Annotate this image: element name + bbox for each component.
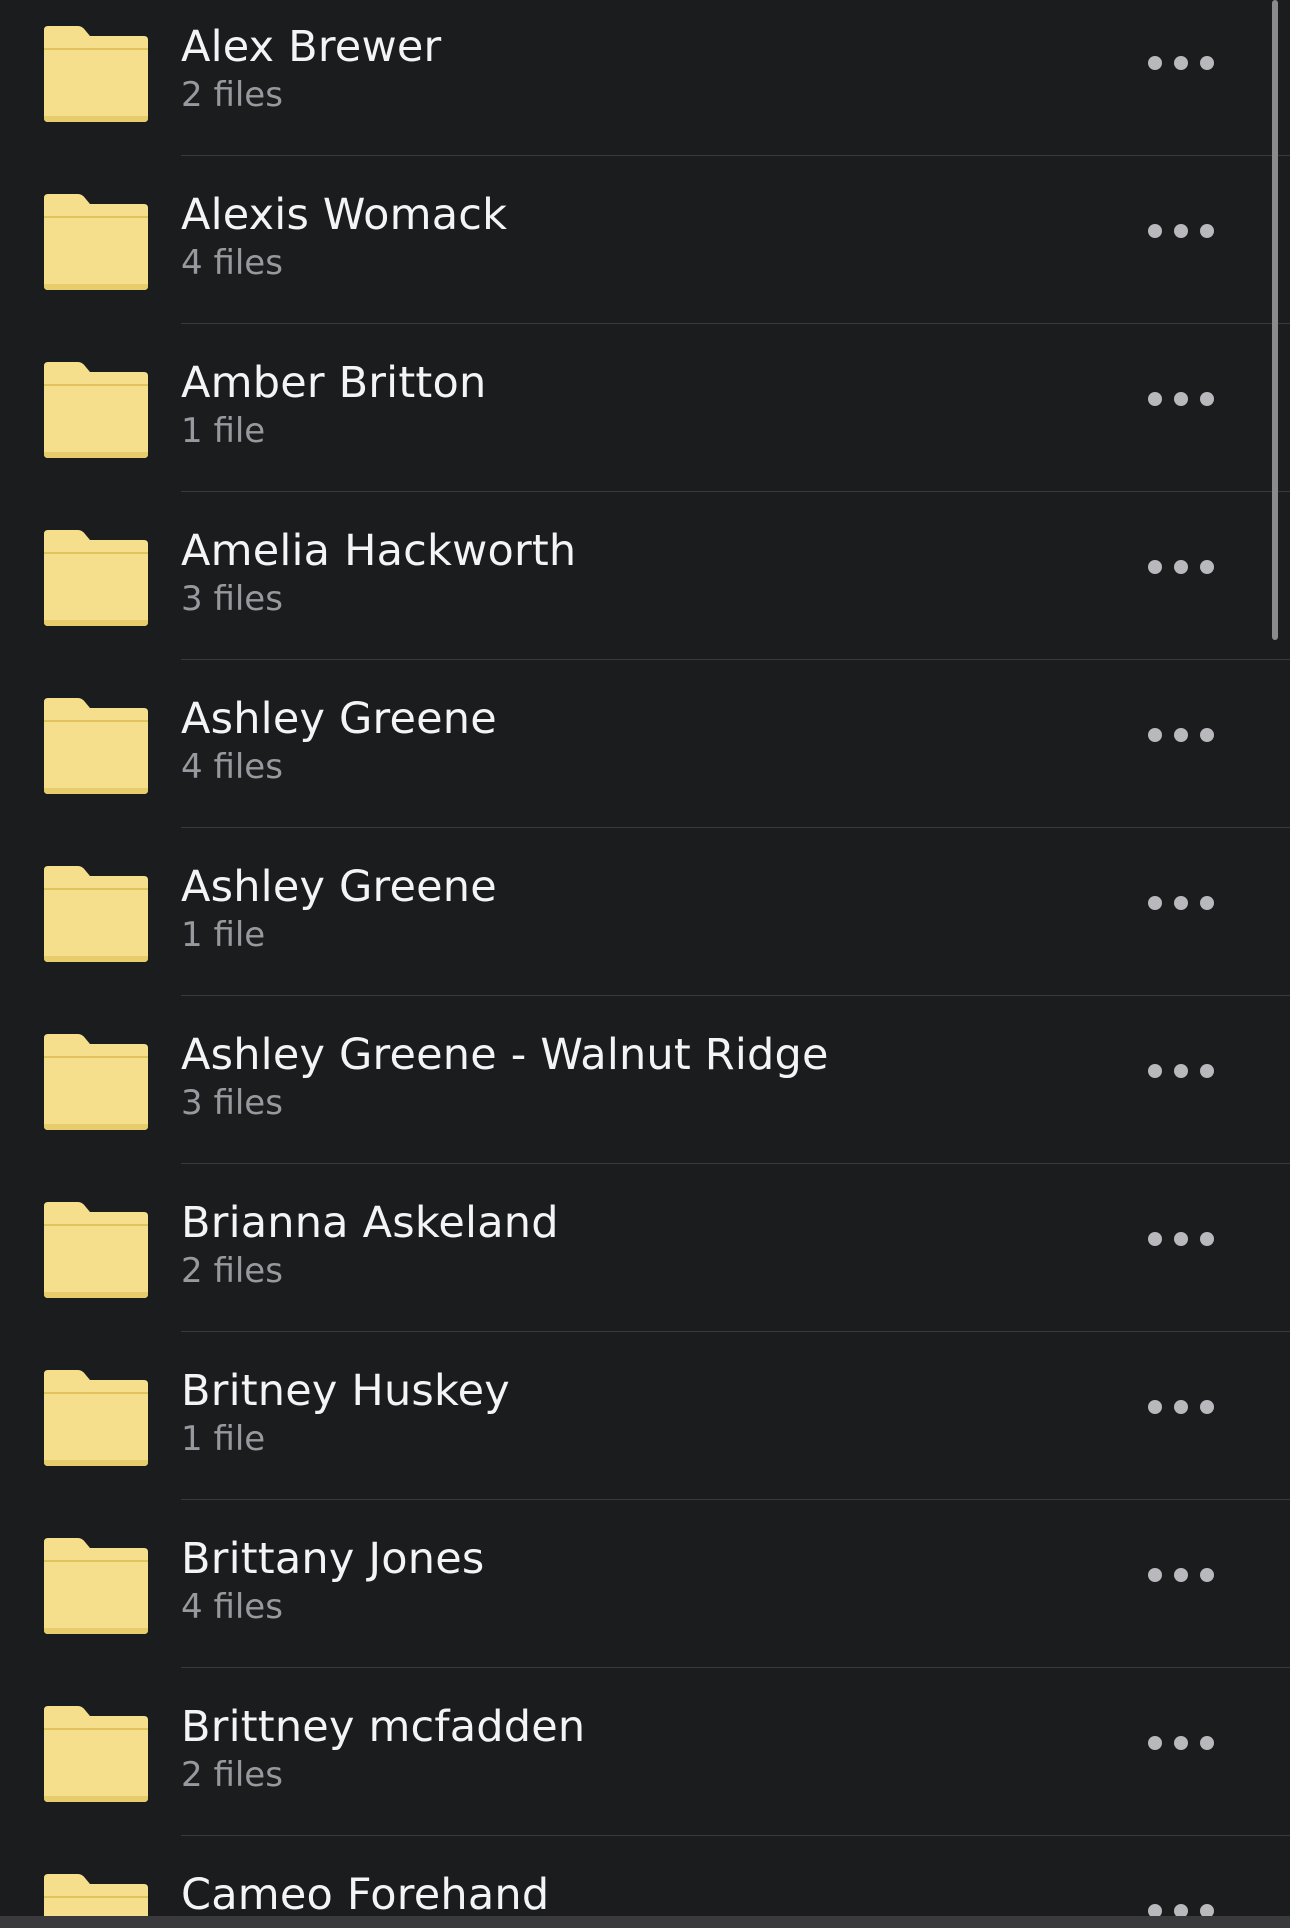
folder-file-count: 1 file bbox=[181, 1419, 266, 1459]
folder-icon bbox=[40, 192, 152, 292]
more-options-icon[interactable] bbox=[1148, 556, 1214, 578]
folder-text: Cameo Forehand bbox=[181, 1870, 549, 1921]
folder-row[interactable]: Brittany Jones 4 files bbox=[0, 1500, 1290, 1668]
folder-row[interactable]: Britney Huskey 1 file bbox=[0, 1332, 1290, 1500]
folder-row[interactable]: Alexis Womack 4 files bbox=[0, 156, 1290, 324]
folder-row[interactable]: Amber Britton 1 file bbox=[0, 324, 1290, 492]
folder-row[interactable]: Ashley Greene 1 file bbox=[0, 828, 1290, 996]
scroll-indicator[interactable] bbox=[1272, 0, 1278, 640]
folder-icon bbox=[40, 1704, 152, 1804]
folder-row[interactable]: Brianna Askeland 2 files bbox=[0, 1164, 1290, 1332]
folder-name: Amelia Hackworth bbox=[181, 526, 577, 576]
more-options-icon[interactable] bbox=[1148, 1564, 1214, 1586]
more-options-icon[interactable] bbox=[1148, 892, 1214, 914]
folder-icon bbox=[40, 1368, 152, 1468]
folder-file-count: 1 file bbox=[181, 411, 266, 451]
folder-icon bbox=[40, 1536, 152, 1636]
folder-file-count: 2 files bbox=[181, 1755, 283, 1795]
folder-row[interactable]: Amelia Hackworth 3 files bbox=[0, 492, 1290, 660]
more-options-icon[interactable] bbox=[1148, 1396, 1214, 1418]
folder-name: Cameo Forehand bbox=[181, 1870, 550, 1920]
folder-icon bbox=[40, 528, 152, 628]
folder-text: Ashley Greene 1 file bbox=[181, 862, 497, 957]
more-options-icon[interactable] bbox=[1148, 1732, 1214, 1754]
folder-name: Ashley Greene bbox=[181, 862, 497, 912]
folder-text: Ashley Greene - Walnut Ridge 3 files bbox=[181, 1030, 829, 1125]
folder-row[interactable]: Alex Brewer 2 files bbox=[0, 0, 1290, 156]
folder-icon bbox=[40, 864, 152, 964]
folder-row[interactable]: Brittney mcfadden 2 files bbox=[0, 1668, 1290, 1836]
folder-file-count: 2 files bbox=[181, 75, 283, 115]
folder-name: Brittany Jones bbox=[181, 1534, 485, 1584]
folder-file-count: 2 files bbox=[181, 1251, 283, 1291]
folder-icon bbox=[40, 696, 152, 796]
folder-name: Britney Huskey bbox=[181, 1366, 510, 1416]
files-browser: Alex Brewer 2 files Alexis Womack 4 file… bbox=[0, 0, 1290, 1928]
folder-file-count: 4 files bbox=[181, 243, 283, 283]
folder-list: Alex Brewer 2 files Alexis Womack 4 file… bbox=[0, 0, 1290, 1928]
folder-name: Amber Britton bbox=[181, 358, 487, 408]
folder-text: Brianna Askeland 2 files bbox=[181, 1198, 559, 1293]
more-options-icon[interactable] bbox=[1148, 388, 1214, 410]
folder-text: Alex Brewer 2 files bbox=[181, 22, 441, 117]
folder-icon bbox=[40, 24, 152, 124]
folder-text: Alexis Womack 4 files bbox=[181, 190, 507, 285]
folder-row[interactable]: Cameo Forehand bbox=[0, 1836, 1290, 1928]
folder-text: Britney Huskey 1 file bbox=[181, 1366, 510, 1461]
folder-text: Amber Britton 1 file bbox=[181, 358, 486, 453]
folder-icon bbox=[40, 360, 152, 460]
more-options-icon[interactable] bbox=[1148, 1060, 1214, 1082]
folder-name: Alex Brewer bbox=[181, 22, 442, 72]
folder-text: Amelia Hackworth 3 files bbox=[181, 526, 576, 621]
bottom-toolbar-edge bbox=[0, 1916, 1290, 1928]
folder-file-count: 4 files bbox=[181, 747, 283, 787]
folder-row[interactable]: Ashley Greene - Walnut Ridge 3 files bbox=[0, 996, 1290, 1164]
folder-name: Brittney mcfadden bbox=[181, 1702, 586, 1752]
folder-text: Brittney mcfadden 2 files bbox=[181, 1702, 585, 1797]
folder-file-count: 1 file bbox=[181, 915, 266, 955]
more-options-icon[interactable] bbox=[1148, 220, 1214, 242]
folder-text: Ashley Greene 4 files bbox=[181, 694, 497, 789]
folder-name: Ashley Greene - Walnut Ridge bbox=[181, 1030, 829, 1080]
more-options-icon[interactable] bbox=[1148, 1228, 1214, 1250]
folder-name: Ashley Greene bbox=[181, 694, 497, 744]
folder-icon bbox=[40, 1032, 152, 1132]
folder-name: Alexis Womack bbox=[181, 190, 508, 240]
folder-icon bbox=[40, 1200, 152, 1300]
folder-name: Brianna Askeland bbox=[181, 1198, 559, 1248]
folder-file-count: 4 files bbox=[181, 1587, 283, 1627]
folder-text: Brittany Jones 4 files bbox=[181, 1534, 484, 1629]
folder-file-count: 3 files bbox=[181, 1083, 283, 1123]
more-options-icon[interactable] bbox=[1148, 52, 1214, 74]
folder-file-count: 3 files bbox=[181, 579, 283, 619]
more-options-icon[interactable] bbox=[1148, 724, 1214, 746]
folder-row[interactable]: Ashley Greene 4 files bbox=[0, 660, 1290, 828]
